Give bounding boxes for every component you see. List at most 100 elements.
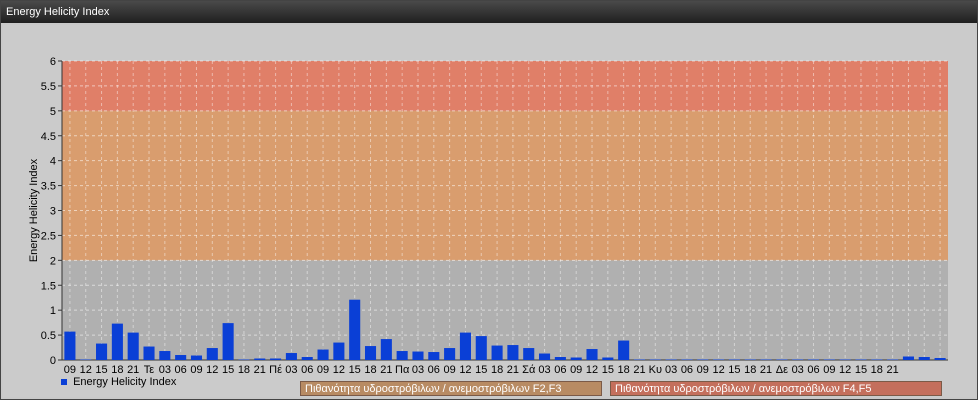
x-tick-label: Τε	[144, 364, 155, 376]
bar	[206, 348, 218, 360]
x-tick-label: 06	[175, 364, 187, 376]
y-tick-label: 2.5	[41, 230, 56, 242]
x-tick-label: 15	[222, 364, 234, 376]
x-tick-label: 12	[839, 364, 851, 376]
x-tick-label: 21	[887, 364, 899, 376]
bar	[839, 359, 851, 361]
series-legend-item[interactable]: Energy Helicity Index	[61, 376, 176, 388]
x-tick-label: 03	[792, 364, 804, 376]
bar	[475, 336, 487, 360]
x-tick-label: 18	[111, 364, 123, 376]
x-tick-label: 09	[190, 364, 202, 376]
bar	[887, 359, 899, 361]
x-tick-label: 21	[380, 364, 392, 376]
y-tick-label: 0	[50, 355, 56, 367]
bar	[855, 359, 867, 361]
bar	[64, 331, 76, 360]
bar	[760, 359, 772, 361]
bar	[80, 359, 92, 361]
bar	[111, 323, 123, 360]
bar	[317, 349, 329, 360]
x-tick-label: 06	[554, 364, 566, 376]
bar	[159, 351, 171, 360]
bar	[222, 323, 234, 360]
x-tick-label: 12	[206, 364, 218, 376]
bar	[333, 342, 345, 360]
x-tick-label: Σά	[522, 364, 536, 376]
band-legend-f2-f3: Πιθανότητα υδροστρόβιλων / ανεμοστρόβιλω…	[300, 381, 602, 396]
bar	[380, 339, 392, 360]
x-tick-label: 12	[712, 364, 724, 376]
bar	[491, 345, 503, 360]
bar	[792, 359, 804, 361]
bar	[507, 345, 519, 360]
x-tick-label: 18	[238, 364, 250, 376]
x-tick-label: 06	[428, 364, 440, 376]
y-tick-label: 1.5	[41, 280, 56, 292]
x-tick-label: 18	[744, 364, 756, 376]
bar	[349, 299, 361, 360]
y-tick-label: 6	[50, 56, 56, 68]
bar	[364, 346, 377, 360]
bar	[823, 359, 835, 361]
bar	[127, 332, 139, 360]
bar	[871, 359, 883, 361]
x-tick-label: 09	[823, 364, 835, 376]
bar	[570, 357, 582, 360]
bar	[934, 358, 946, 360]
y-axis-title: Energy Helicity Index	[28, 158, 40, 262]
bar	[175, 355, 187, 360]
x-tick-label: 06	[807, 364, 819, 376]
ehi-bar-chart: 0 0.5 1 1.5 2 2.5 3 3.5 4 4.5 5 5.5 6 Energy Helicity…	[28, 56, 948, 376]
bar	[681, 359, 693, 361]
bar	[728, 359, 740, 361]
x-tick-label: Δε	[776, 364, 788, 376]
bar	[602, 357, 614, 360]
bar	[238, 359, 250, 361]
y-tick-label: 3	[50, 206, 56, 218]
band-legend-f4-f5: Πιθανότητα υδροστρόβιλων / ανεμοστρόβιλω…	[610, 381, 942, 396]
bar	[902, 356, 914, 360]
bar	[633, 359, 646, 361]
x-tick-label: 09	[570, 364, 582, 376]
x-tick-label: 18	[871, 364, 883, 376]
x-tick-label: 12	[80, 364, 92, 376]
bar	[776, 359, 788, 361]
x-tick-label: 09	[317, 364, 329, 376]
bar	[713, 359, 725, 361]
bar	[649, 359, 661, 361]
x-tick-label: 06	[681, 364, 693, 376]
bar	[143, 346, 155, 360]
series-legend-swatch	[61, 379, 67, 386]
x-tick-label: 21	[633, 364, 645, 376]
bar	[254, 358, 266, 360]
x-tick-label: 21	[507, 364, 519, 376]
x-tick-label: 03	[538, 364, 550, 376]
x-tick-label: 21	[254, 364, 266, 376]
bar	[428, 352, 440, 360]
x-tick-label: 09	[64, 364, 76, 376]
y-tick-label: 4	[50, 156, 56, 168]
bar	[285, 353, 297, 360]
x-tick-label: 15	[95, 364, 107, 376]
x-tick-label: 06	[301, 364, 313, 376]
x-tick-label: Πέ	[269, 364, 282, 376]
x-tick-label: 15	[475, 364, 487, 376]
bar	[665, 359, 677, 361]
y-tick-label: 5.5	[41, 81, 56, 93]
bar	[444, 348, 456, 360]
x-tick-label: 12	[586, 364, 598, 376]
bar	[190, 355, 203, 360]
x-tick-label: Κυ	[649, 364, 662, 376]
y-tick-label: 2	[50, 255, 56, 267]
x-tick-label: 09	[444, 364, 456, 376]
x-tick-label: 15	[602, 364, 614, 376]
x-tick-label: 03	[285, 364, 297, 376]
bar	[412, 351, 424, 360]
bar	[396, 351, 408, 360]
bar	[539, 353, 551, 360]
x-tick-label: 18	[491, 364, 503, 376]
y-tick-label: 3.5	[41, 181, 56, 193]
x-tick-label: Πα	[395, 364, 410, 376]
bar	[554, 357, 566, 360]
